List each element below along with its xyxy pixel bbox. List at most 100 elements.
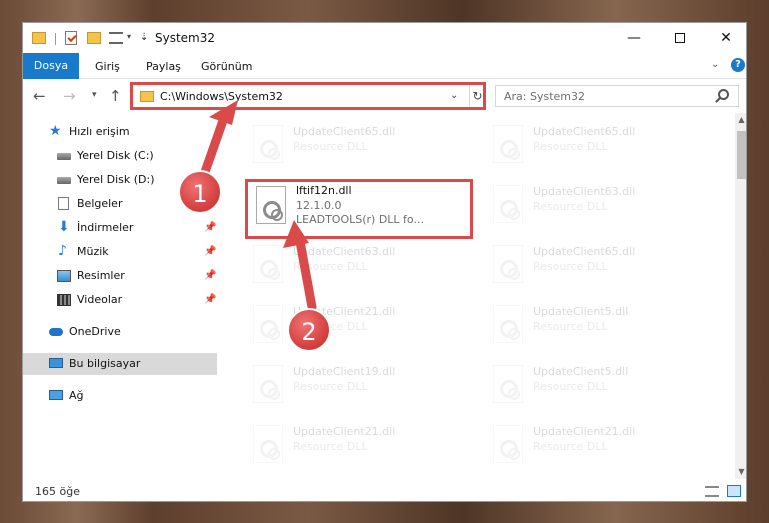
customize-toolbar-icon[interactable]: ⇣ (140, 32, 148, 46)
scroll-down-icon[interactable]: ▼ (735, 465, 746, 479)
window-title: System32 (155, 31, 216, 45)
ribbon-tabs: Dosya Giriş Paylaş Görünüm ⌄ ? (23, 53, 746, 79)
folder-icon (32, 32, 46, 44)
scroll-up-icon[interactable]: ▲ (735, 113, 746, 127)
cloud-icon (49, 328, 63, 336)
minimize-button[interactable]: — (611, 23, 657, 53)
file-name: UpdateClient19.dll (293, 365, 396, 378)
sidebar-item-label: Videolar (77, 293, 123, 306)
explorer-window: ▾ ⇣ System32 — ✕ Dosya Giriş Paylaş Görü… (22, 22, 747, 502)
file-name: lftif12n.dll (296, 184, 352, 197)
tab-home[interactable]: Giriş (87, 57, 128, 77)
expand-ribbon-icon[interactable]: ⌄ (711, 59, 719, 70)
file-type: Resource DLL (533, 380, 608, 393)
sidebar-item-videos[interactable]: Videolar 📌 (23, 289, 217, 311)
address-bar[interactable]: C:\Windows\System32 ⌄ ↻ (130, 82, 486, 110)
sidebar-item-pictures[interactable]: Resimler 📌 (23, 265, 217, 287)
pin-icon[interactable]: 📌 (204, 217, 216, 239)
sidebar-item-label: Hızlı erişim (69, 125, 130, 138)
dll-file-icon (493, 365, 523, 403)
sidebar-item-network[interactable]: Ağ (23, 385, 217, 407)
file-item[interactable]: UpdateClient65.dll Resource DLL (245, 121, 465, 173)
highlighted-dll-file[interactable]: lftif12n.dll 12.1.0.0 LEADTOOLS(r) DLL f… (245, 179, 473, 239)
file-type: Resource DLL (533, 320, 608, 333)
details-view-icon[interactable] (705, 486, 719, 497)
video-icon (57, 294, 71, 306)
scroll-thumb[interactable] (737, 131, 746, 179)
documents-icon (58, 197, 69, 210)
search-input[interactable]: Ara: System32 (495, 85, 739, 107)
recent-locations-icon[interactable]: ▾ (92, 90, 97, 100)
pin-icon[interactable]: 📌 (204, 289, 216, 311)
forward-arrow-icon[interactable]: → (63, 87, 76, 105)
star-icon: ★ (49, 123, 62, 139)
search-placeholder: Ara: System32 (504, 90, 586, 103)
dll-file-icon (493, 245, 523, 283)
file-list: UpdateClient65.dll Resource DLL UpdateCl… (241, 113, 735, 479)
up-arrow-icon[interactable]: ↑ (109, 87, 122, 105)
file-name: UpdateClient63.dll (293, 245, 396, 258)
file-name: UpdateClient65.dll (533, 245, 636, 258)
back-arrow-icon[interactable]: ← (33, 87, 46, 105)
file-item[interactable]: UpdateClient21.dll Resource DLL (245, 421, 465, 473)
file-name: UpdateClient5.dll (533, 365, 629, 378)
file-item[interactable]: UpdateClient65.dll Resource DLL (485, 121, 705, 173)
folder-icon (140, 91, 154, 102)
toolbar-separator (55, 33, 56, 45)
sidebar-item-this-pc[interactable]: Bu bilgisayar (23, 353, 217, 375)
sidebar-item-label: Yerel Disk (D:) (77, 173, 155, 186)
sidebar-item-onedrive[interactable]: OneDrive (23, 321, 217, 343)
dll-file-icon (253, 125, 283, 163)
file-name: UpdateClient21.dll (293, 425, 396, 438)
download-icon: ⬇ (58, 219, 70, 235)
file-item[interactable]: UpdateClient63.dll Resource DLL (485, 181, 705, 233)
step-2-badge: 2 (287, 308, 331, 352)
sidebar-item-downloads[interactable]: ⬇ İndirmeler 📌 (23, 217, 217, 239)
dll-file-icon (493, 305, 523, 343)
file-item[interactable]: UpdateClient21.dll Resource DLL (245, 301, 465, 353)
close-button[interactable]: ✕ (703, 23, 746, 53)
sidebar-item-label: Belgeler (77, 197, 123, 210)
dll-file-icon (253, 365, 283, 403)
item-count: 165 öğe (35, 485, 80, 498)
sidebar-item-music[interactable]: ♪ Müzik 📌 (23, 241, 217, 263)
tiles-view-icon[interactable] (727, 485, 741, 497)
file-name: UpdateClient5.dll (533, 305, 629, 318)
chevron-down-icon[interactable]: ▾ (127, 32, 131, 46)
tab-file[interactable]: Dosya (23, 53, 79, 79)
file-name: UpdateClient65.dll (293, 125, 396, 138)
file-name: UpdateClient63.dll (533, 185, 636, 198)
file-item[interactable]: UpdateClient5.dll Resource DLL (485, 301, 705, 353)
vertical-scrollbar[interactable]: ▲ ▼ (735, 113, 746, 479)
sidebar-item-quick-access[interactable]: ★ Hızlı erişim (23, 121, 217, 143)
address-path[interactable]: C:\Windows\System32 (160, 90, 283, 103)
refresh-icon[interactable]: ↻ (469, 85, 485, 107)
pin-icon[interactable]: 📌 (204, 265, 216, 287)
sidebar-item-local-disk-c[interactable]: Yerel Disk (C:) (23, 145, 217, 167)
navigation-bar: ← → ▾ ↑ C:\Windows\System32 ⌄ ↻ Ara: Sys… (23, 79, 746, 113)
sidebar-item-label: OneDrive (69, 325, 121, 338)
dll-file-icon (253, 245, 283, 283)
file-item[interactable]: UpdateClient63.dll Resource DLL (245, 241, 465, 293)
properties-icon[interactable] (65, 31, 77, 45)
file-item[interactable]: UpdateClient21.dll Resource DLL (485, 421, 705, 473)
status-bar: 165 öğe (23, 479, 746, 501)
new-folder-icon[interactable] (87, 32, 101, 44)
file-item[interactable]: UpdateClient5.dll Resource DLL (485, 361, 705, 413)
view-icon[interactable] (109, 32, 123, 44)
dll-file-icon (256, 186, 286, 224)
pictures-icon (57, 270, 71, 282)
sidebar-item-label: Yerel Disk (C:) (77, 149, 154, 162)
file-item[interactable]: UpdateClient19.dll Resource DLL (245, 361, 465, 413)
search-icon[interactable] (718, 89, 729, 100)
file-item[interactable]: UpdateClient65.dll Resource DLL (485, 241, 705, 293)
help-icon[interactable]: ? (731, 58, 745, 72)
tab-share[interactable]: Paylaş (138, 57, 189, 77)
music-icon: ♪ (58, 243, 67, 259)
chevron-down-icon[interactable]: ⌄ (450, 90, 458, 101)
pin-icon[interactable]: 📌 (204, 241, 216, 263)
tab-view[interactable]: Görünüm (193, 57, 260, 77)
navigation-pane: ★ Hızlı erişim Yerel Disk (C:) Yerel Dis… (23, 113, 219, 479)
sidebar-item-label: İndirmeler (77, 221, 134, 234)
maximize-button[interactable] (657, 23, 703, 53)
